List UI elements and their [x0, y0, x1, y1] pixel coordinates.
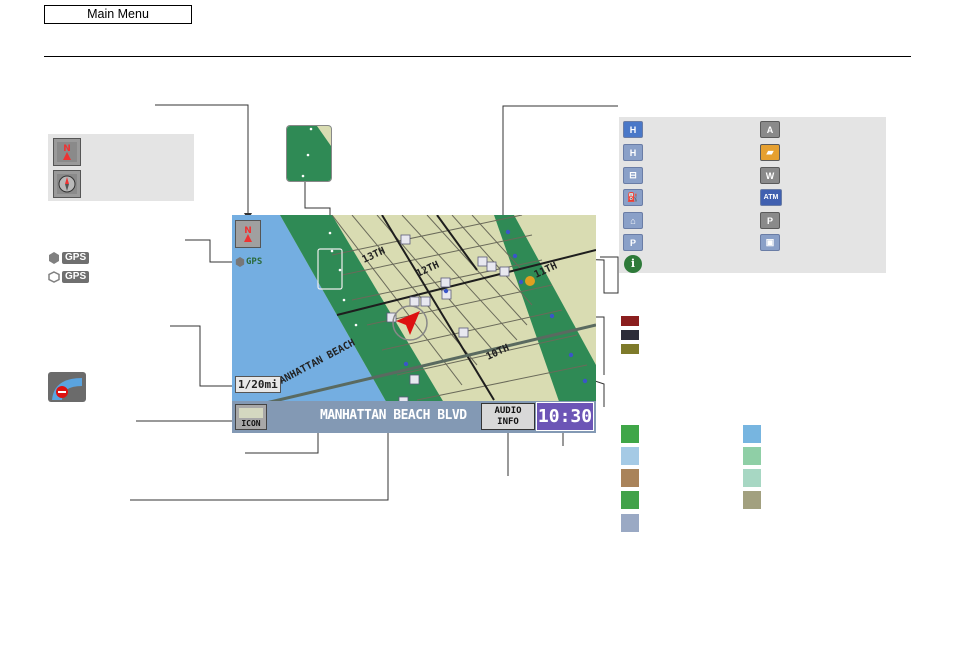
- hotel-icon: H: [623, 144, 643, 161]
- restaurant-icon: ▰: [760, 144, 780, 161]
- traffic-dark-swatch: [621, 330, 639, 340]
- area-swatch-light-blue: [621, 447, 639, 465]
- gps-hexagon-icon: [235, 256, 245, 267]
- atm-bank-icon: W: [760, 167, 780, 184]
- map-scale-button[interactable]: 1/20mi: [235, 376, 281, 393]
- parking-icon: P: [760, 212, 780, 229]
- lodging-icon: ⌂: [623, 212, 643, 229]
- honda-dealer-icon: H: [623, 121, 643, 138]
- area-swatch-green: [621, 491, 639, 509]
- area-swatch-brown: [621, 469, 639, 487]
- area-swatch-mint: [743, 469, 761, 487]
- area-swatch-park: [621, 425, 639, 443]
- audio-info-line2: INFO: [497, 417, 519, 427]
- train-station-icon: ▣: [760, 234, 780, 251]
- park-inset: [286, 125, 332, 182]
- gps-hexagon-outline-icon: [48, 270, 60, 283]
- gps-3d-legend: GPS: [48, 251, 90, 264]
- gps-2d-legend: GPS: [48, 270, 90, 283]
- shopping-icon: ⊟: [623, 167, 643, 184]
- north-up-icon: N: [53, 138, 81, 166]
- parking-garage-icon: P: [623, 234, 643, 251]
- area-swatch-khaki: [743, 491, 761, 509]
- poi-legend-panel: H A H ▰ ⊟ W ⛽ ATM ⌂ P P ▣ i: [619, 117, 886, 273]
- current-street-name: MANHATTAN BEACH BLVD: [320, 408, 467, 423]
- gps-badge-text: GPS: [62, 251, 90, 264]
- atm-icon: ATM: [760, 189, 782, 206]
- traffic-olive-swatch: [621, 344, 639, 354]
- acura-dealer-icon: A: [760, 121, 780, 138]
- off-road-icon: [48, 372, 86, 402]
- gps-hexagon-icon: [49, 251, 59, 264]
- gas-station-icon: ⛽: [623, 189, 643, 206]
- area-swatch-water: [743, 425, 761, 443]
- audio-info-button[interactable]: AUDIO INFO: [481, 403, 535, 430]
- information-icon: i: [624, 255, 642, 273]
- navigation-map[interactable]: 13TH 12TH 11TH 10TH MANHATTAN BEACH N GP…: [232, 215, 596, 433]
- map-heading-button[interactable]: N: [235, 220, 261, 248]
- map-orientation-panel: N: [48, 134, 194, 201]
- map-icon-button[interactable]: ICON: [235, 404, 267, 430]
- traffic-red-swatch: [621, 316, 639, 326]
- area-swatch-light-green: [743, 447, 761, 465]
- heading-up-icon: [53, 170, 81, 198]
- gps-badge-text: GPS: [62, 270, 90, 283]
- audio-info-line1: AUDIO: [494, 406, 522, 416]
- map-canvas: 13TH 12TH 11TH 10TH MANHATTAN BEACH: [232, 215, 596, 433]
- map-gps-text: GPS: [246, 256, 263, 267]
- icon-map-preview-icon: [239, 408, 263, 418]
- area-swatch-slate: [621, 514, 639, 532]
- map-clock: 10:30: [536, 402, 594, 431]
- map-gps-indicator: GPS: [235, 255, 262, 268]
- icon-button-label: ICON: [241, 419, 261, 428]
- atm-label: ATM: [763, 194, 779, 201]
